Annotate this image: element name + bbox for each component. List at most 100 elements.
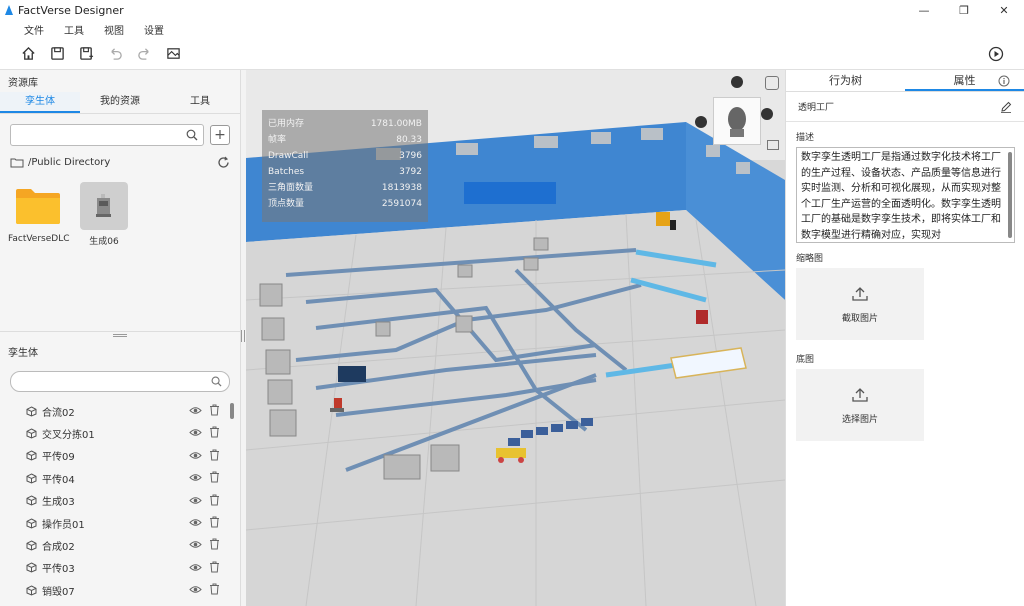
list-item[interactable]: 平传04 — [0, 467, 241, 489]
menu-settings[interactable]: 设置 — [144, 22, 164, 37]
eye-icon[interactable] — [189, 450, 202, 461]
trash-icon[interactable] — [209, 426, 220, 438]
stat-label: Batches — [268, 167, 305, 177]
camera-icon[interactable] — [765, 76, 779, 90]
chevron-down-icon[interactable] — [731, 76, 743, 88]
folder-icon — [14, 182, 62, 230]
menu-view[interactable]: 视图 — [104, 22, 124, 37]
info-icon[interactable] — [998, 75, 1010, 87]
stat-label: 三角面数量 — [268, 183, 314, 193]
trash-icon[interactable] — [209, 494, 220, 506]
stat-row: 顶点数量 2591074 — [268, 196, 422, 212]
list-item[interactable]: 操作员01 — [0, 512, 241, 534]
close-button[interactable]: ✕ — [984, 0, 1024, 20]
cube-icon — [26, 406, 37, 417]
eye-icon[interactable] — [189, 539, 202, 550]
eye-icon[interactable] — [189, 562, 202, 573]
cube-icon — [26, 495, 37, 506]
stat-row: 已用内存 1781.00MB — [268, 116, 422, 132]
eye-icon[interactable] — [189, 472, 202, 483]
twin-tree-title: 孪生体 — [8, 347, 38, 359]
trash-icon[interactable] — [209, 516, 220, 528]
asset-factversedlc[interactable]: FactVerseDLC — [8, 182, 70, 247]
menu-file[interactable]: 文件 — [24, 22, 44, 37]
eye-icon[interactable] — [189, 405, 202, 416]
search-icon[interactable] — [186, 129, 198, 141]
redo-icon — [137, 48, 149, 60]
right-panel: 行为树 属性 透明工厂 描述 数字孪生透明工厂是指通过数字化技术将工厂的生产过程… — [785, 70, 1024, 606]
refresh-icon[interactable] — [217, 156, 230, 169]
redo-button[interactable] — [136, 46, 152, 62]
vertical-splitter-handle[interactable] — [241, 330, 245, 342]
eye-icon[interactable] — [189, 584, 202, 595]
stat-row: Batches 3792 — [268, 164, 422, 180]
list-item[interactable]: 生成03 — [0, 490, 241, 512]
resource-search-input[interactable] — [10, 124, 204, 146]
menu-tools[interactable]: 工具 — [64, 22, 84, 37]
tab-twins[interactable]: 孪生体 — [0, 92, 80, 113]
upload-icon — [852, 387, 868, 402]
3d-viewport[interactable]: 已用内存 1781.00MB 帧率 80.33 DrawCall 3796 Batches 3… — [246, 70, 785, 606]
stat-label: 顶点数量 — [268, 199, 305, 209]
search-icon[interactable] — [211, 376, 222, 387]
navigation-cube[interactable] — [713, 97, 761, 145]
description-scrollbar[interactable] — [1008, 152, 1012, 238]
trash-icon[interactable] — [209, 404, 220, 416]
chevron-right-icon[interactable] — [761, 108, 773, 120]
eye-icon[interactable] — [189, 517, 202, 528]
maximize-button[interactable]: ❐ — [944, 0, 984, 20]
tab-properties-label: 属性 — [953, 74, 976, 87]
tab-my-resources[interactable]: 我的资源 — [80, 92, 160, 113]
select-image-button[interactable]: 选择图片 — [796, 369, 924, 441]
object-name-row: 透明工厂 — [786, 92, 1024, 122]
list-item[interactable]: 销毁07 — [0, 579, 241, 601]
directory-path: /Public Directory — [28, 156, 111, 168]
add-resource-button[interactable]: + — [210, 125, 230, 145]
app-logo-icon — [5, 5, 13, 15]
resource-library-title: 资源库 — [8, 77, 38, 89]
trash-icon[interactable] — [209, 583, 220, 595]
list-item[interactable]: 平传03 — [0, 557, 241, 579]
stat-label: 已用内存 — [268, 119, 305, 129]
stat-value: 3796 — [399, 151, 422, 161]
list-item[interactable]: 平传09 — [0, 445, 241, 467]
description-textarea[interactable]: 数字孪生透明工厂是指通过数字化技术将工厂的生产过程、设备状态、产品质量等信息进行… — [796, 147, 1015, 243]
trash-icon[interactable] — [209, 561, 220, 573]
save-as-button[interactable] — [78, 46, 94, 62]
tab-properties[interactable]: 属性 — [905, 70, 1024, 91]
scene-button[interactable] — [165, 46, 181, 62]
eye-icon[interactable] — [189, 495, 202, 506]
object-name: 透明工厂 — [798, 103, 835, 113]
upload-icon — [852, 286, 868, 301]
description-text: 数字孪生透明工厂是指通过数字化技术将工厂的生产过程、设备状态、产品质量等信息进行… — [801, 152, 1001, 241]
trash-icon[interactable] — [209, 538, 220, 550]
home-button[interactable] — [20, 46, 36, 62]
thumbnail-label: 缩略图 — [796, 254, 824, 264]
list-item[interactable]: 合成02 — [0, 534, 241, 556]
minimize-button[interactable]: — — [904, 0, 944, 20]
list-item[interactable]: 合流02 — [0, 400, 241, 422]
twin-search-input[interactable] — [10, 371, 230, 392]
panel-splitter[interactable] — [0, 331, 241, 339]
cube-icon — [26, 585, 37, 596]
stat-label: 帧率 — [268, 135, 287, 145]
play-icon[interactable] — [988, 46, 1004, 62]
undo-button[interactable] — [107, 46, 123, 62]
trash-icon[interactable] — [209, 471, 220, 483]
grid-icon[interactable] — [767, 140, 779, 150]
save-button[interactable] — [49, 46, 65, 62]
edit-icon[interactable] — [1000, 101, 1012, 113]
title-bar: FactVerse Designer — ❐ ✕ — [0, 0, 1024, 20]
model-thumbnail — [80, 182, 128, 230]
stat-value: 80.33 — [396, 135, 422, 145]
capture-image-button[interactable]: 截取图片 — [796, 268, 924, 340]
list-item[interactable]: 交叉分拣01 — [0, 422, 241, 444]
twin-list-scrollbar[interactable] — [230, 403, 234, 419]
tab-behavior-tree[interactable]: 行为树 — [786, 70, 905, 91]
asset-generate06[interactable]: 生成06 — [74, 182, 134, 247]
eye-icon[interactable] — [189, 427, 202, 438]
trash-icon[interactable] — [209, 449, 220, 461]
tab-tools[interactable]: 工具 — [160, 92, 240, 113]
chevron-left-icon[interactable] — [695, 116, 707, 128]
menu-bar: 文件 工具 视图 设置 — [0, 20, 1024, 38]
